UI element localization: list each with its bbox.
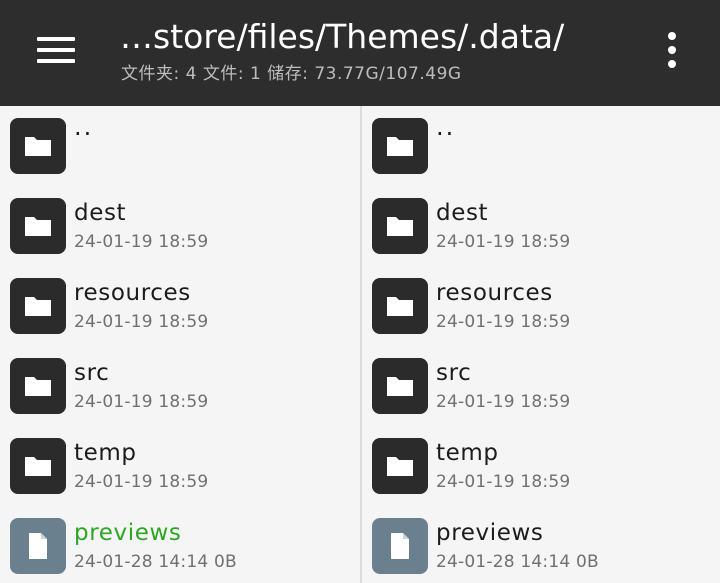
- folder-icon: [372, 438, 428, 494]
- file-icon: [372, 518, 428, 574]
- list-item-folder[interactable]: dest 24-01-19 18:59: [362, 186, 720, 266]
- right-file-pane[interactable]: .. dest 24-01-19 18:59 resources 24-01-1…: [362, 106, 720, 583]
- folder-icon: [10, 198, 66, 254]
- list-item-parent-dir[interactable]: ..: [0, 106, 360, 186]
- more-vertical-icon-dot: [668, 46, 676, 54]
- dual-pane-container: .. dest 24-01-19 18:59 resources 24-01-1…: [0, 106, 720, 583]
- folder-icon: [372, 278, 428, 334]
- list-item-folder[interactable]: resources 24-01-19 18:59: [362, 266, 720, 346]
- list-item-folder[interactable]: resources 24-01-19 18:59: [0, 266, 360, 346]
- list-item-folder[interactable]: src 24-01-19 18:59: [0, 346, 360, 426]
- item-meta: 24-01-19 18:59: [74, 392, 209, 412]
- current-path-title[interactable]: …store/files/Themes/.data/: [120, 14, 640, 60]
- folder-icon: [10, 118, 66, 174]
- item-meta: 24-01-19 18:59: [436, 392, 571, 412]
- item-meta: 24-01-19 18:59: [436, 472, 571, 492]
- item-meta: 24-01-19 18:59: [74, 232, 209, 252]
- menu-button[interactable]: [28, 30, 84, 70]
- item-name: resources: [74, 280, 191, 306]
- app-bar: …store/files/Themes/.data/ 文件夹: 4 文件: 1 …: [0, 0, 720, 106]
- item-name: dest: [74, 200, 127, 226]
- item-meta: 24-01-28 14:14 0B: [436, 552, 599, 572]
- item-name: dest: [436, 200, 489, 226]
- folder-icon: [372, 198, 428, 254]
- file-icon: [10, 518, 66, 574]
- item-name: previews: [436, 520, 544, 546]
- folder-icon: [372, 358, 428, 414]
- list-item-file[interactable]: previews 24-01-28 14:14 0B: [362, 506, 720, 583]
- folder-icon: [10, 358, 66, 414]
- left-file-pane[interactable]: .. dest 24-01-19 18:59 resources 24-01-1…: [0, 106, 360, 583]
- hamburger-menu-icon-bar: [37, 48, 75, 52]
- item-meta: 24-01-19 18:59: [436, 232, 571, 252]
- item-meta: 24-01-28 14:14 0B: [74, 552, 237, 572]
- item-name: temp: [436, 440, 499, 466]
- item-name: temp: [74, 440, 137, 466]
- item-name: previews: [74, 520, 182, 546]
- item-meta: 24-01-19 18:59: [436, 312, 571, 332]
- more-vertical-icon-dot: [668, 60, 676, 68]
- more-vertical-icon: [668, 32, 676, 40]
- item-name: ..: [436, 113, 456, 141]
- list-item-folder[interactable]: temp 24-01-19 18:59: [0, 426, 360, 506]
- hamburger-menu-icon-bar: [37, 59, 75, 63]
- item-name: src: [74, 360, 110, 386]
- item-name: ..: [74, 113, 94, 141]
- list-item-parent-dir[interactable]: ..: [362, 106, 720, 186]
- list-item-folder[interactable]: temp 24-01-19 18:59: [362, 426, 720, 506]
- list-item-file[interactable]: previews 24-01-28 14:14 0B: [0, 506, 360, 583]
- storage-summary: 文件夹: 4 文件: 1 储存: 73.77G/107.49G: [121, 64, 462, 84]
- item-name: src: [436, 360, 472, 386]
- list-item-folder[interactable]: src 24-01-19 18:59: [362, 346, 720, 426]
- folder-icon: [10, 278, 66, 334]
- list-item-folder[interactable]: dest 24-01-19 18:59: [0, 186, 360, 266]
- item-meta: 24-01-19 18:59: [74, 472, 209, 492]
- folder-icon: [10, 438, 66, 494]
- hamburger-menu-icon: [37, 37, 75, 41]
- more-options-button[interactable]: [660, 28, 684, 72]
- item-name: resources: [436, 280, 553, 306]
- folder-icon: [372, 118, 428, 174]
- item-meta: 24-01-19 18:59: [74, 312, 209, 332]
